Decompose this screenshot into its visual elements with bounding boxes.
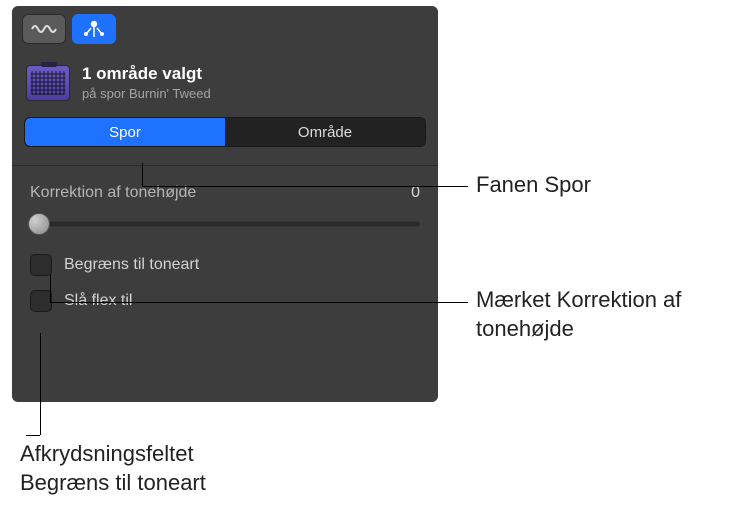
callout-spor-tab: Fanen Spor	[476, 171, 591, 200]
pitch-correction-slider[interactable]	[30, 212, 420, 236]
callout-line	[142, 163, 143, 186]
callout-limit-checkbox: Afkrydsningsfeltet Begræns til toneart	[20, 440, 280, 497]
callout-line	[50, 302, 468, 303]
toolbar	[12, 6, 438, 50]
limit-to-key-label: Begræns til toneart	[64, 256, 199, 274]
selection-subtitle: på spor Burnin' Tweed	[82, 86, 211, 101]
region-split-icon	[83, 19, 105, 39]
waveform-mode-button[interactable]	[22, 14, 66, 44]
enable-flex-row: Slå flex til	[30, 290, 420, 312]
region-mode-button[interactable]	[72, 14, 116, 44]
editor-panel: 1 område valgt på spor Burnin' Tweed Spo…	[12, 6, 438, 402]
enable-flex-checkbox[interactable]	[30, 290, 52, 312]
callout-line	[26, 435, 40, 436]
pitch-section: Korrektion af tonehøjde 0 Begræns til to…	[12, 166, 438, 312]
callout-line	[142, 186, 468, 187]
enable-flex-label: Slå flex til	[64, 292, 132, 310]
callout-line	[50, 274, 51, 302]
tab-omrade[interactable]: Område	[225, 118, 425, 146]
selection-header: 1 område valgt på spor Burnin' Tweed	[12, 50, 438, 113]
callout-pitch-slider: Mærket Korrektion af tonehøjde	[476, 286, 706, 343]
selection-header-text: 1 område valgt på spor Burnin' Tweed	[82, 64, 211, 101]
slider-thumb[interactable]	[28, 213, 50, 235]
waveform-icon	[31, 21, 57, 37]
limit-to-key-row: Begræns til toneart	[30, 254, 420, 276]
limit-to-key-checkbox[interactable]	[30, 254, 52, 276]
slider-track	[30, 222, 420, 227]
tab-spor[interactable]: Spor	[25, 118, 225, 146]
selection-title: 1 område valgt	[82, 64, 211, 84]
spor-omrade-segment: Spor Område	[24, 117, 426, 147]
callout-line	[40, 333, 41, 435]
amp-icon	[26, 65, 70, 101]
